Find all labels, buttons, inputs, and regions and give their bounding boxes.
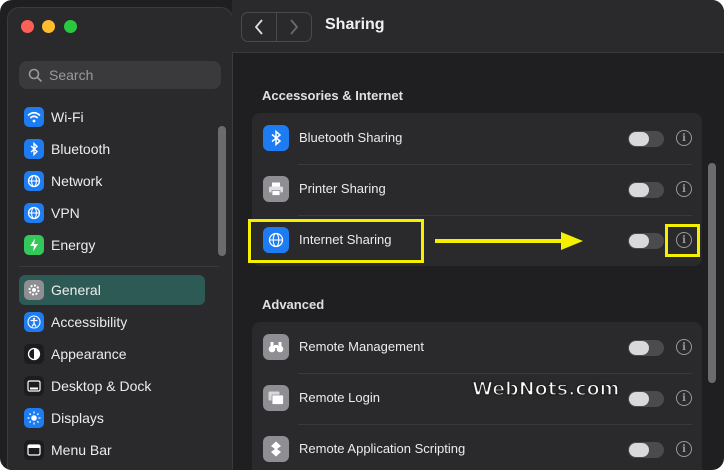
row-bluetooth-sharing: Bluetooth Sharing i <box>252 113 702 164</box>
appearance-icon <box>24 344 44 364</box>
toggle-knob <box>629 443 649 457</box>
globe-icon <box>24 171 44 191</box>
remote-application-scripting-info-button[interactable]: i <box>676 441 692 457</box>
highlight-box-internet-sharing <box>248 219 424 263</box>
dock-icon <box>24 376 44 396</box>
row-printer-sharing: Printer Sharing i <box>252 164 702 215</box>
minimize-window-button[interactable] <box>42 20 55 33</box>
menubar-icon <box>24 440 44 460</box>
bolt-icon <box>24 235 44 255</box>
toggle-knob <box>629 392 649 406</box>
bluetooth-sharing-info-button[interactable]: i <box>676 130 692 146</box>
sidebar-item-label: Menu Bar <box>51 442 112 458</box>
sidebar-item-network[interactable]: Network <box>19 166 205 196</box>
sidebar-item-label: Appearance <box>51 346 127 362</box>
toggle-knob <box>629 234 649 248</box>
settings-window: Search Wi-Fi Bluetooth Network VPN Energ… <box>0 0 724 470</box>
arrow-annotation-icon <box>435 232 583 250</box>
toggle-knob <box>629 183 649 197</box>
sidebar-item-label: Desktop & Dock <box>51 378 152 394</box>
terminal-icon <box>263 385 289 411</box>
sidebar-item-label: General <box>51 282 101 298</box>
remote-management-info-button[interactable]: i <box>676 339 692 355</box>
script-icon <box>263 436 289 462</box>
remote-application-scripting-toggle[interactable] <box>628 442 664 458</box>
search-field[interactable]: Search <box>19 61 221 89</box>
zoom-window-button[interactable] <box>64 20 77 33</box>
sidebar-item-accessibility[interactable]: Accessibility <box>19 307 205 337</box>
chevron-right-icon <box>290 19 299 35</box>
sidebar-item-vpn[interactable]: VPN <box>19 198 205 228</box>
toggle-knob <box>629 132 649 146</box>
printer-sharing-toggle[interactable] <box>628 182 664 198</box>
info-icon: i <box>682 443 686 455</box>
info-icon: i <box>682 341 686 353</box>
sidebar-item-desktop-dock[interactable]: Desktop & Dock <box>19 371 205 401</box>
sidebar-item-displays[interactable]: Displays <box>19 403 205 433</box>
info-icon: i <box>682 183 686 195</box>
wifi-icon <box>24 107 44 127</box>
back-button[interactable] <box>242 13 276 41</box>
section-header-accessories-internet: Accessories & Internet <box>262 88 403 103</box>
internet-sharing-toggle[interactable] <box>628 233 664 249</box>
accessibility-icon <box>24 312 44 332</box>
search-placeholder: Search <box>49 67 94 83</box>
row-label: Remote Management <box>299 339 425 354</box>
printer-sharing-info-button[interactable]: i <box>676 181 692 197</box>
sidebar-item-appearance[interactable]: Appearance <box>19 339 205 369</box>
remote-login-info-button[interactable]: i <box>676 390 692 406</box>
forward-button[interactable] <box>277 13 311 41</box>
close-window-button[interactable] <box>21 20 34 33</box>
chevron-left-icon <box>254 19 263 35</box>
sidebar-item-label: Bluetooth <box>51 141 111 157</box>
sidebar-item-label: Accessibility <box>51 314 128 330</box>
row-label: Bluetooth Sharing <box>299 130 403 145</box>
sidebar-item-label: VPN <box>51 205 80 221</box>
sidebar: Search Wi-Fi Bluetooth Network VPN Energ… <box>7 7 233 470</box>
sidebar-item-energy[interactable]: Energy <box>19 230 205 260</box>
sidebar-scrollbar[interactable] <box>218 126 226 256</box>
row-label: Remote Application Scripting <box>299 441 466 456</box>
sidebar-item-label: Energy <box>51 237 96 253</box>
binoculars-icon <box>263 334 289 360</box>
sidebar-divider <box>19 266 219 267</box>
bluetooth-sharing-toggle[interactable] <box>628 131 664 147</box>
sidebar-item-general[interactable]: General <box>19 275 205 305</box>
row-remote-management: Remote Management i <box>252 322 702 373</box>
sidebar-item-label: Network <box>51 173 103 189</box>
sidebar-item-label: Displays <box>51 410 104 426</box>
watermark: WebNots.com <box>471 377 620 401</box>
row-label: Printer Sharing <box>299 181 386 196</box>
navigation-buttons <box>241 12 312 42</box>
remote-login-toggle[interactable] <box>628 391 664 407</box>
sidebar-item-bluetooth[interactable]: Bluetooth <box>19 134 205 164</box>
row-label: Remote Login <box>299 390 380 405</box>
section-header-advanced: Advanced <box>262 297 325 312</box>
sidebar-item-label: Wi-Fi <box>51 109 84 125</box>
highlight-box-info-button <box>665 224 700 257</box>
info-icon: i <box>682 392 686 404</box>
search-icon <box>28 68 42 82</box>
sun-icon <box>24 408 44 428</box>
printer-icon <box>263 176 289 202</box>
page-title: Sharing <box>325 16 385 33</box>
info-icon: i <box>682 132 686 144</box>
row-remote-application-scripting: Remote Application Scripting i <box>252 424 702 470</box>
vpn-globe-icon <box>24 203 44 223</box>
gear-icon <box>24 280 44 300</box>
sidebar-item-menu-bar[interactable]: Menu Bar <box>19 435 205 465</box>
main-scrollbar[interactable] <box>708 163 716 383</box>
bluetooth-icon <box>263 125 289 151</box>
sidebar-item-wifi[interactable]: Wi-Fi <box>19 102 205 132</box>
toggle-knob <box>629 341 649 355</box>
bluetooth-icon <box>24 139 44 159</box>
remote-management-toggle[interactable] <box>628 340 664 356</box>
